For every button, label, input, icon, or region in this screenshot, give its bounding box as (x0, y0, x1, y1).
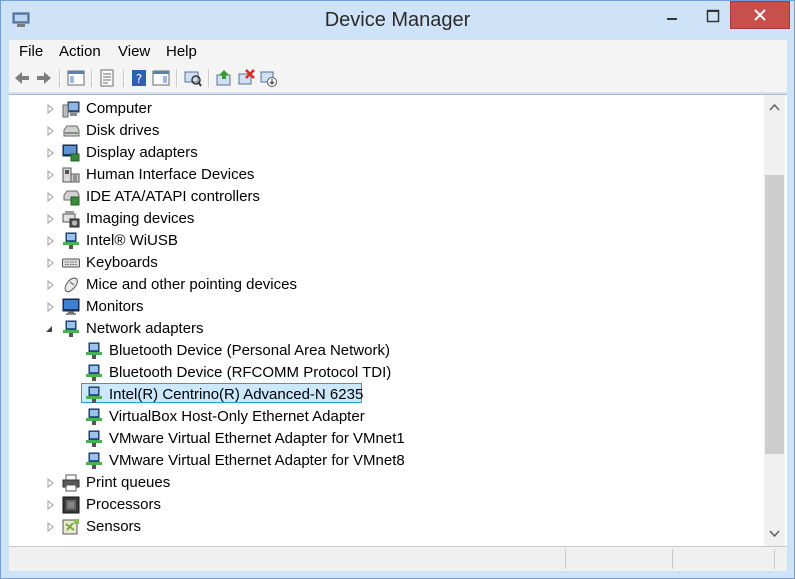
minimize-button[interactable] (652, 2, 692, 30)
network-adapter-icon (63, 320, 79, 337)
expand-arrow-icon[interactable] (47, 500, 55, 510)
expand-arrow-icon[interactable] (47, 104, 55, 114)
uninstall-icon[interactable] (237, 69, 255, 87)
network-adapter-icon (86, 342, 102, 359)
disable-device-icon[interactable] (259, 69, 277, 87)
minimize-icon (667, 18, 677, 20)
computer-icon (62, 101, 80, 118)
tree-label: Sensors (86, 518, 142, 535)
maximize-button[interactable] (693, 2, 733, 30)
network-adapter-icon (86, 408, 102, 425)
camera-icon (62, 211, 80, 228)
title-bar[interactable]: Device Manager (1, 1, 794, 39)
expand-arrow-icon[interactable] (47, 192, 55, 202)
tree-label: VMware Virtual Ethernet Adapter for VMne… (109, 430, 405, 447)
expand-arrow-icon[interactable] (47, 478, 55, 488)
network-icon (63, 232, 79, 249)
tree-label: Network adapters (86, 320, 204, 337)
hid-icon (62, 167, 80, 183)
device-tree-pane: Computer Disk drives Display adapters Hu… (9, 94, 787, 546)
network-adapter-icon (86, 386, 102, 403)
expand-arrow-icon[interactable] (47, 126, 55, 136)
help-icon[interactable]: ? (130, 69, 148, 87)
properties-icon[interactable] (98, 69, 116, 87)
menu-action[interactable]: Action (59, 43, 101, 60)
ide-controller-icon (63, 190, 80, 206)
toolbar-separator (123, 69, 125, 87)
menu-bar: File Action View Help (9, 40, 787, 65)
back-icon[interactable] (13, 69, 31, 87)
processor-icon (62, 496, 80, 514)
device-manager-window: Device Manager File Action View Help ? C… (0, 0, 795, 579)
forward-icon[interactable] (35, 69, 53, 87)
show-hide-console-tree-icon[interactable] (67, 69, 85, 87)
tree-label: VirtualBox Host-Only Ethernet Adapter (109, 408, 365, 425)
sensor-icon (62, 519, 79, 535)
update-driver-icon[interactable] (215, 69, 233, 87)
maximize-icon (706, 9, 720, 23)
expand-arrow-icon[interactable] (47, 236, 55, 246)
tree-label: Keyboards (86, 254, 158, 271)
status-cell (567, 549, 673, 569)
svg-text:?: ? (136, 72, 142, 86)
tree-label: Display adapters (86, 144, 198, 161)
expand-arrow-icon[interactable] (47, 280, 55, 290)
display-adapter-icon (62, 144, 80, 162)
scrollbar-thumb[interactable] (765, 175, 784, 454)
tree-label: Bluetooth Device (Personal Area Network) (109, 342, 390, 359)
tree-label: Computer (86, 100, 152, 117)
device-tree[interactable]: Computer Disk drives Display adapters Hu… (9, 95, 764, 546)
expand-arrow-icon[interactable] (47, 522, 55, 532)
tree-label: Print queues (86, 474, 171, 491)
menu-file[interactable]: File (19, 43, 43, 60)
tree-label: Bluetooth Device (RFCOMM Protocol TDI) (109, 364, 392, 381)
tree-label: IDE ATA/ATAPI controllers (86, 188, 260, 205)
network-adapter-icon (86, 364, 102, 381)
tree-label: Intel(R) Centrino(R) Advanced-N 6235 (109, 386, 364, 403)
status-bar (9, 546, 787, 571)
tree-label: Intel® WiUSB (86, 232, 178, 249)
tree-label: Human Interface Devices (86, 166, 255, 183)
expand-arrow-icon[interactable] (47, 214, 55, 224)
show-action-pane-icon[interactable] (152, 69, 170, 87)
expand-arrow-icon[interactable] (47, 170, 55, 180)
network-adapter-icon (86, 430, 102, 447)
collapse-arrow-icon[interactable] (45, 324, 53, 334)
expand-arrow-icon[interactable] (47, 258, 55, 268)
tree-label: Monitors (86, 298, 144, 315)
toolbar: ? (9, 65, 787, 92)
mouse-icon (64, 277, 78, 293)
tree-label: VMware Virtual Ethernet Adapter for VMne… (109, 452, 405, 469)
network-adapter-icon (86, 452, 102, 469)
vertical-scrollbar[interactable] (764, 95, 785, 546)
expand-arrow-icon[interactable] (47, 302, 55, 312)
toolbar-separator (91, 69, 93, 87)
monitor-icon (62, 298, 80, 315)
tree-label: Mice and other pointing devices (86, 276, 297, 293)
menu-view[interactable]: View (118, 43, 150, 60)
status-cell (9, 549, 566, 569)
tree-label: Disk drives (86, 122, 160, 139)
tree-label: Processors (86, 496, 162, 513)
scroll-up-icon[interactable] (768, 101, 781, 114)
close-button[interactable] (730, 1, 790, 29)
disk-drive-icon (63, 125, 80, 137)
toolbar-separator (208, 69, 210, 87)
scroll-down-icon[interactable] (768, 527, 781, 540)
keyboard-icon (62, 258, 80, 268)
toolbar-separator (59, 69, 61, 87)
expand-arrow-icon[interactable] (47, 148, 55, 158)
menu-help[interactable]: Help (166, 43, 197, 60)
toolbar-separator (176, 69, 178, 87)
status-cell (674, 549, 775, 569)
tree-label: Imaging devices (86, 210, 195, 227)
scan-hardware-icon[interactable] (184, 69, 202, 87)
printer-icon (62, 474, 80, 492)
close-icon (754, 9, 766, 21)
